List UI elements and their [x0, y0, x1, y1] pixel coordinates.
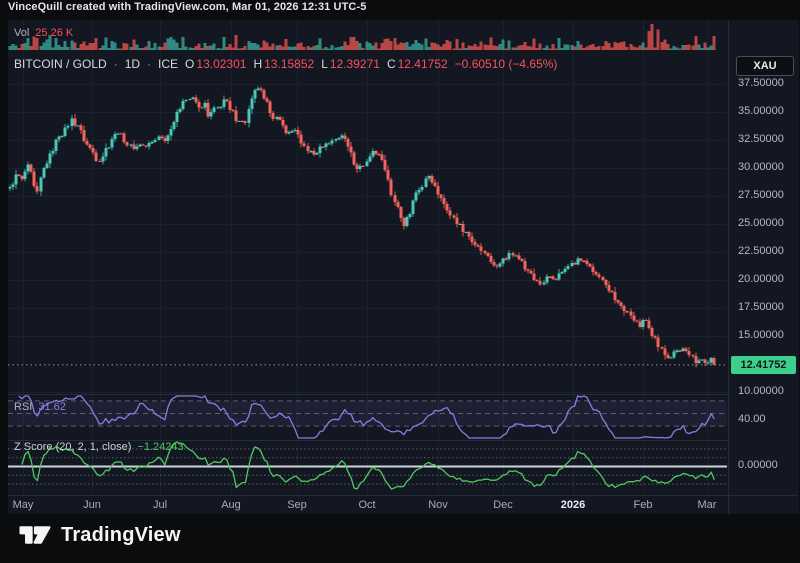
volume-legend: Vol 25.26 K — [14, 27, 73, 39]
zscore-value: −1.24243 — [137, 441, 183, 453]
last-price-badge: 12.41752 — [731, 356, 796, 374]
time-tick: 2026 — [561, 499, 585, 511]
time-tick: Aug — [221, 499, 241, 511]
exchange-label: ICE — [158, 57, 178, 71]
zscore-label: Z Score (20, 2, 1, close) — [14, 441, 131, 453]
time-tick: Jul — [153, 499, 167, 511]
currency-unit-button[interactable]: XAU — [736, 56, 794, 76]
low-readout: L12.39271 — [321, 57, 380, 71]
close-readout: C12.41752 — [387, 57, 448, 71]
price-tick: 25.00000 — [738, 217, 784, 229]
price-tick: 30.00000 — [738, 161, 784, 173]
volume-label: Vol — [14, 27, 29, 39]
brand-name: TradingView — [61, 524, 181, 547]
price-tick: 37.50000 — [738, 77, 784, 89]
price-tick: 15.00000 — [738, 329, 784, 341]
zscore-legend: Z Score (20, 2, 1, close) −1.24243 — [14, 441, 184, 453]
chart-canvas[interactable] — [8, 20, 727, 495]
separator-dot: · — [114, 57, 118, 71]
price-tick: 27.50000 — [738, 189, 784, 201]
symbol-title: BITCOIN / GOLD — [14, 57, 107, 71]
time-axis[interactable]: May Jun Jul Aug Sep Oct Nov Dec 2026 Feb Mar — [8, 495, 798, 515]
symbol-legend: BITCOIN / GOLD · 1D · ICE O13.02301 H13.… — [14, 57, 557, 71]
zscore-axis-tick: 0.00000 — [738, 459, 778, 471]
footer: TradingView — [0, 514, 800, 563]
price-tick: 35.00000 — [738, 105, 784, 117]
rsi-label: RSI — [14, 401, 32, 413]
time-tick: Jun — [83, 499, 101, 511]
price-tick: 20.00000 — [738, 273, 784, 285]
attribution-text: VinceQuill created with TradingView.com,… — [8, 1, 366, 13]
rsi-value: 31.62 — [38, 401, 66, 413]
price-tick: 10.00000 — [738, 385, 784, 397]
time-tick: Mar — [698, 499, 717, 511]
tradingview-logo[interactable]: TradingView — [18, 523, 181, 547]
separator-dot: · — [147, 57, 151, 71]
price-axis[interactable]: XAU 12.41752 40.00 0.00000 37.50000 35.00… — [728, 20, 799, 514]
time-tick: Sep — [287, 499, 307, 511]
open-readout: O13.02301 — [185, 57, 246, 71]
price-tick: 22.50000 — [738, 245, 784, 257]
pane-resize-handle[interactable] — [8, 394, 798, 395]
volume-value: 25.26 K — [35, 27, 73, 39]
time-tick: Oct — [358, 499, 375, 511]
rsi-axis-tick: 40.00 — [738, 413, 766, 425]
tradingview-logo-icon — [18, 523, 52, 547]
rsi-legend: RSI 31.62 — [14, 401, 66, 413]
interval-label: 1D — [125, 57, 140, 71]
tradingview-snapshot: VinceQuill created with TradingView.com,… — [0, 0, 800, 563]
time-tick: Feb — [634, 499, 653, 511]
high-readout: H13.15852 — [253, 57, 314, 71]
price-tick: 32.50000 — [738, 133, 784, 145]
time-tick: Dec — [493, 499, 513, 511]
time-tick: Nov — [428, 499, 448, 511]
price-tick: 17.50000 — [738, 301, 784, 313]
chart-panel: Vol 25.26 K BITCOIN / GOLD · 1D · ICE O1… — [8, 20, 798, 514]
change-readout: −0.60510 (−4.65%) — [455, 57, 558, 71]
time-tick: May — [13, 499, 34, 511]
